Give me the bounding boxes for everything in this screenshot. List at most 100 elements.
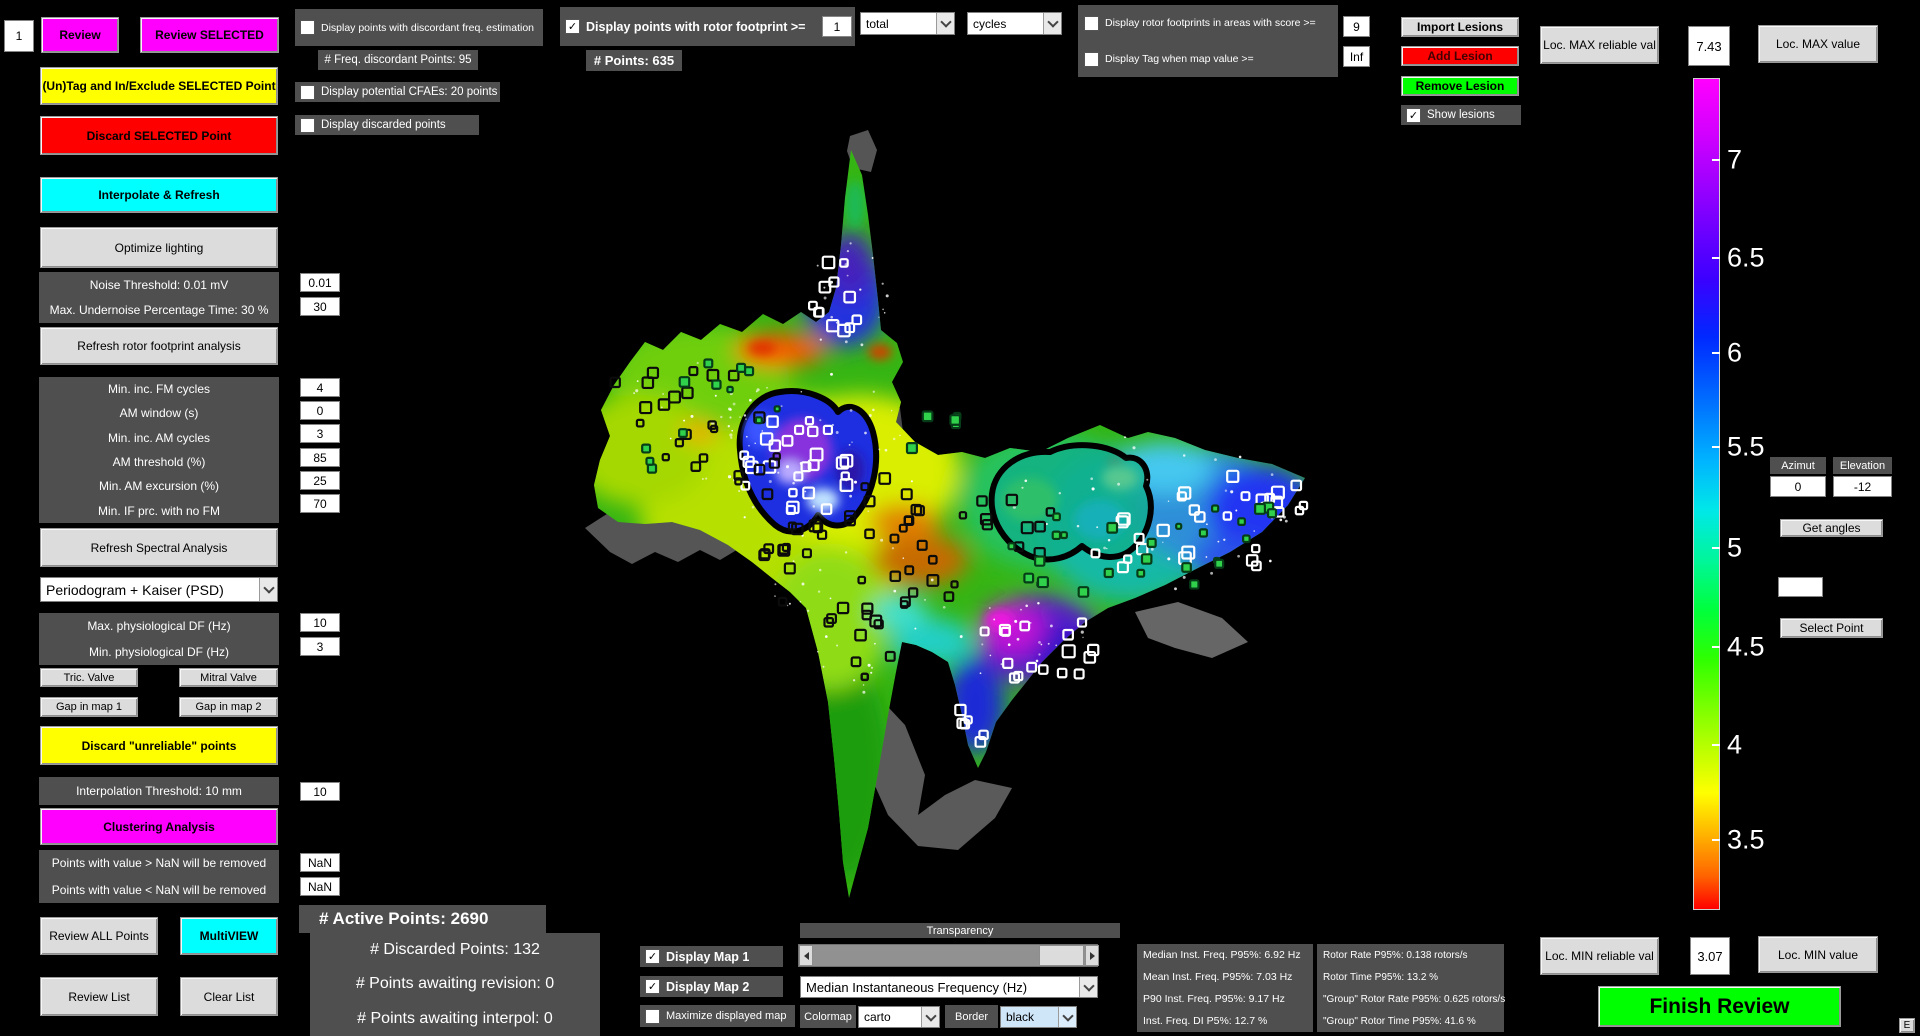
slider-left-arrow[interactable] bbox=[799, 945, 813, 966]
tag-checkbox[interactable] bbox=[1084, 52, 1099, 67]
interpolate-refresh-button[interactable]: Interpolate & Refresh bbox=[40, 177, 278, 213]
display-map2-panel: ✓ Display Map 2 bbox=[640, 976, 783, 997]
refresh-rotor-button[interactable]: Refresh rotor footprint analysis bbox=[40, 327, 278, 365]
param-input-am-excursion[interactable]: 25 bbox=[300, 471, 340, 490]
display-map1-label: Display Map 1 bbox=[666, 950, 749, 964]
colorbar-gradient bbox=[1693, 78, 1720, 910]
colormap-dropdown[interactable]: carto bbox=[858, 1006, 940, 1028]
review-selected-button[interactable]: Review SELECTED bbox=[140, 17, 279, 53]
slider-right-arrow[interactable] bbox=[1085, 945, 1099, 966]
colorbar-tick-label: 7 bbox=[1727, 145, 1742, 176]
rotor-footprint-panel: ✓ Display points with rotor footprint >= bbox=[560, 7, 855, 46]
tric-valve-button[interactable]: Tric. Valve bbox=[40, 668, 138, 687]
remove-lesion-button[interactable]: Remove Lesion bbox=[1401, 76, 1519, 96]
min-value-box[interactable]: 3.07 bbox=[1690, 937, 1730, 975]
maximize-map-checkbox[interactable] bbox=[645, 1009, 660, 1024]
clustering-button[interactable]: Clustering Analysis bbox=[40, 808, 278, 845]
point-value-input[interactable] bbox=[1778, 577, 1823, 597]
optimize-lighting-button[interactable]: Optimize lighting bbox=[40, 227, 278, 268]
loc-max-button[interactable]: Loc. MAX value bbox=[1758, 25, 1878, 63]
interp-threshold-input[interactable]: 10 bbox=[300, 782, 340, 801]
max-value-box[interactable]: 7.43 bbox=[1688, 26, 1730, 66]
border-dropdown[interactable]: black bbox=[1000, 1006, 1077, 1028]
clear-list-button[interactable]: Clear List bbox=[180, 977, 278, 1016]
psd-method-value: Periodogram + Kaiser (PSD) bbox=[41, 582, 259, 598]
show-lesions-checkbox[interactable]: ✓ bbox=[1406, 108, 1421, 123]
stat-freq-di: Inst. Freq. DI P5%: 12.7 % bbox=[1137, 1011, 1313, 1032]
arrow-left-icon bbox=[804, 952, 809, 960]
review-all-button[interactable]: Review ALL Points bbox=[40, 917, 158, 955]
multiview-button[interactable]: MultiVIEW bbox=[180, 917, 278, 955]
discard-selected-button[interactable]: Discard SELECTED Point bbox=[40, 116, 278, 155]
maximize-map-panel: Maximize displayed map bbox=[640, 1005, 795, 1027]
colorbar-tick bbox=[1712, 159, 1720, 161]
import-lesions-button[interactable]: Import Lesions bbox=[1401, 17, 1519, 37]
param-label: AM window (s) bbox=[39, 401, 279, 425]
undernoise-input[interactable]: 30 bbox=[300, 297, 340, 316]
remove-lt-label: Points with value < NaN will be removed bbox=[39, 877, 279, 904]
discordant-label: Display points with discordant freq. est… bbox=[321, 22, 534, 34]
loc-max-reliable-button[interactable]: Loc. MAX reliable val bbox=[1540, 26, 1659, 64]
df-max-input[interactable]: 10 bbox=[300, 613, 340, 632]
rotor-stats-panel: Rotor Rate P95%: 0.138 rotors/s Rotor Ti… bbox=[1317, 944, 1504, 1032]
rotor-footprint-input[interactable]: 1 bbox=[822, 16, 852, 37]
colorbar-tick bbox=[1712, 646, 1720, 648]
display-map2-label: Display Map 2 bbox=[666, 980, 749, 994]
param-input-if-prc[interactable]: 70 bbox=[300, 494, 340, 513]
point-index-box[interactable]: 1 bbox=[4, 20, 34, 52]
get-angles-button[interactable]: Get angles bbox=[1780, 519, 1883, 537]
param-label: Min. AM excursion (%) bbox=[39, 474, 279, 498]
map2-source-dropdown[interactable]: Median Instantaneous Frequency (Hz) bbox=[800, 976, 1098, 998]
noise-threshold-input[interactable]: 0.01 bbox=[300, 273, 340, 292]
stat-rotor-rate: Rotor Rate P95%: 0.138 rotors/s bbox=[1317, 945, 1504, 966]
select-point-button[interactable]: Select Point bbox=[1780, 618, 1883, 638]
param-input-am-threshold[interactable]: 85 bbox=[300, 448, 340, 467]
remove-lt-input[interactable]: NaN bbox=[300, 877, 340, 896]
colorbar-tick-label: 4 bbox=[1727, 730, 1742, 761]
score-checkbox[interactable] bbox=[1084, 16, 1099, 31]
noise-settings-panel: Noise Threshold: 0.01 mV Max. Undernoise… bbox=[39, 272, 279, 323]
colorbar-tick-label: 3.5 bbox=[1727, 825, 1765, 856]
param-label: Min. inc. AM cycles bbox=[39, 426, 279, 450]
elevation-input[interactable]: -12 bbox=[1833, 476, 1892, 497]
display-map2-checkbox[interactable]: ✓ bbox=[645, 979, 660, 994]
slider-thumb[interactable] bbox=[1039, 945, 1084, 966]
add-lesion-button[interactable]: Add Lesion bbox=[1401, 46, 1519, 66]
rotor-cycles-dropdown[interactable]: cycles bbox=[967, 12, 1062, 35]
rotor-total-dropdown[interactable]: total bbox=[860, 12, 955, 35]
param-input-am-cycles[interactable]: 3 bbox=[300, 424, 340, 443]
df-min-input[interactable]: 3 bbox=[300, 637, 340, 656]
display-map1-checkbox[interactable]: ✓ bbox=[645, 949, 660, 964]
rotor-footprint-checkbox[interactable]: ✓ bbox=[565, 19, 580, 34]
score-label: Display rotor footprints in areas with s… bbox=[1105, 17, 1316, 29]
psd-method-dropdown[interactable]: Periodogram + Kaiser (PSD) bbox=[40, 577, 278, 602]
untag-include-button[interactable]: (Un)Tag and In/Exclude SELECTED Point bbox=[40, 67, 278, 105]
discard-unreliable-button[interactable]: Discard "unreliable" points bbox=[40, 726, 278, 765]
score-input[interactable]: 9 bbox=[1343, 16, 1370, 37]
mitral-valve-button[interactable]: Mitral Valve bbox=[179, 668, 278, 687]
param-input-am-window[interactable]: 0 bbox=[300, 401, 340, 420]
loc-min-reliable-button[interactable]: Loc. MIN reliable val bbox=[1540, 937, 1659, 975]
loc-min-button[interactable]: Loc. MIN value bbox=[1758, 936, 1878, 973]
azimut-label: Azimut bbox=[1770, 457, 1826, 474]
atrial-3d-map[interactable] bbox=[440, 120, 1340, 920]
review-button[interactable]: Review bbox=[41, 17, 119, 53]
gap-map1-button[interactable]: Gap in map 1 bbox=[40, 697, 138, 717]
chevron-down-icon bbox=[259, 578, 277, 601]
param-input-fm-cycles[interactable]: 4 bbox=[300, 378, 340, 397]
tag-input[interactable]: Inf bbox=[1343, 46, 1370, 67]
refresh-spectral-button[interactable]: Refresh Spectral Analysis bbox=[40, 528, 278, 567]
transparency-slider[interactable] bbox=[798, 944, 1098, 967]
stat-mean-freq: Mean Inst. Freq. P95%: 7.03 Hz bbox=[1137, 967, 1313, 988]
gap-map2-button[interactable]: Gap in map 2 bbox=[179, 697, 278, 717]
remove-gt-input[interactable]: NaN bbox=[300, 853, 340, 872]
finish-review-button[interactable]: Finish Review bbox=[1598, 986, 1841, 1027]
remove-gt-label: Points with value > NaN will be removed bbox=[39, 850, 279, 877]
stat-group-rotor-rate: "Group" Rotor Rate P95%: 0.625 rotors/s bbox=[1317, 989, 1504, 1010]
review-list-button[interactable]: Review List bbox=[40, 977, 158, 1016]
discordant-checkbox[interactable] bbox=[300, 20, 315, 35]
border-value: black bbox=[1001, 1010, 1058, 1024]
cfae-checkbox[interactable] bbox=[300, 85, 315, 100]
azimut-input[interactable]: 0 bbox=[1770, 476, 1826, 497]
discarded-checkbox[interactable] bbox=[300, 118, 315, 133]
